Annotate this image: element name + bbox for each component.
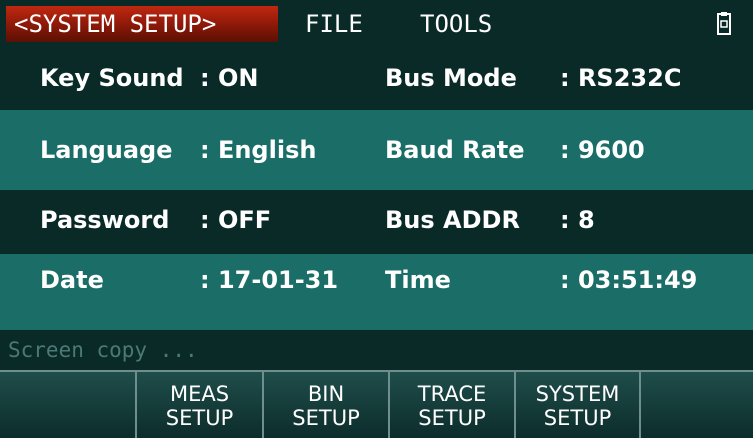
trace-setup-button[interactable]: TRACE SETUP	[388, 370, 514, 438]
bus-mode-label: Bus Mode	[385, 64, 517, 92]
bin-setup-label-line2: SETUP	[292, 406, 360, 430]
bus-addr-value[interactable]: : 8	[560, 206, 595, 234]
system-setup-button[interactable]: SYSTEM SETUP	[514, 370, 639, 438]
settings-row-1: Key Sound : ON Bus Mode : RS232C	[0, 48, 753, 110]
usb-icon	[717, 12, 731, 35]
system-setup-label-line2: SETUP	[543, 406, 612, 430]
trace-setup-label-line1: TRACE	[417, 382, 487, 406]
date-label: Date	[40, 266, 104, 294]
meas-setup-label-line1: MEAS	[169, 382, 230, 406]
instrument-screen: <SYSTEM SETUP> FILE TOOLS Key Sound : ON…	[0, 0, 753, 438]
settings-row-3: Password : OFF Bus ADDR : 8	[0, 190, 753, 254]
bus-mode-value[interactable]: : RS232C	[560, 64, 681, 92]
settings-row-4: Date : 17-01-31 Time : 03:51:49	[0, 254, 753, 330]
menu-tools[interactable]: TOOLS	[420, 6, 492, 42]
baud-rate-label: Baud Rate	[385, 136, 525, 164]
softkey-blank-right[interactable]	[639, 370, 753, 438]
baud-rate-value[interactable]: : 9600	[560, 136, 645, 164]
menu-system-setup[interactable]: <SYSTEM SETUP>	[6, 6, 278, 42]
key-sound-value[interactable]: : ON	[200, 64, 258, 92]
status-message: Screen copy ...	[8, 338, 198, 362]
bus-addr-label: Bus ADDR	[385, 206, 520, 234]
menu-bar: <SYSTEM SETUP> FILE TOOLS	[0, 0, 753, 48]
settings-row-2: Language : English Baud Rate : 9600	[0, 110, 753, 190]
language-value[interactable]: : English	[200, 136, 316, 164]
date-value[interactable]: : 17-01-31	[200, 266, 338, 294]
time-value[interactable]: : 03:51:49	[560, 266, 697, 294]
meas-setup-label-line2: SETUP	[165, 406, 234, 430]
softkey-bar: MEAS SETUP BIN SETUP TRACE SETUP SYSTEM …	[0, 370, 753, 438]
password-label: Password	[40, 206, 170, 234]
meas-setup-button[interactable]: MEAS SETUP	[135, 370, 262, 438]
system-setup-label-line1: SYSTEM	[535, 382, 620, 406]
key-sound-label: Key Sound	[40, 64, 184, 92]
bin-setup-label-line1: BIN	[307, 382, 345, 406]
password-value[interactable]: : OFF	[200, 206, 271, 234]
status-line: Screen copy ...	[0, 330, 753, 370]
softkey-blank-left[interactable]	[0, 370, 135, 438]
time-label: Time	[385, 266, 451, 294]
language-label: Language	[40, 136, 173, 164]
trace-setup-label-line2: SETUP	[418, 406, 486, 430]
bin-setup-button[interactable]: BIN SETUP	[262, 370, 388, 438]
menu-file[interactable]: FILE	[305, 6, 363, 42]
